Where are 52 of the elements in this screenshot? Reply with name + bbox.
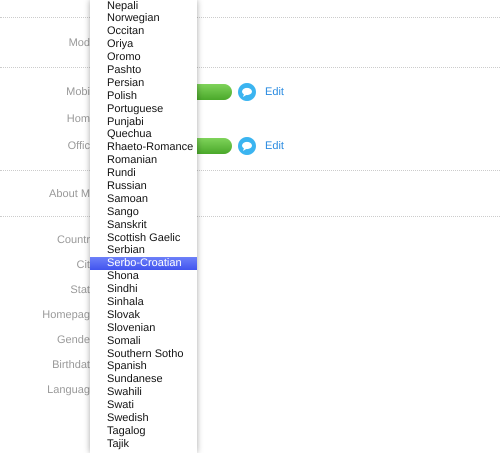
dropdown-option[interactable]: Norwegian — [90, 12, 197, 26]
dropdown-option[interactable]: Slovak — [90, 308, 197, 322]
dropdown-option[interactable]: Occitan — [90, 25, 197, 38]
dropdown-option[interactable]: Rundi — [90, 167, 197, 180]
field-label: Countr — [56, 234, 90, 246]
dropdown-option[interactable]: Scottish Gaelic — [90, 232, 197, 244]
dropdown-option[interactable]: Southern Sotho — [90, 348, 197, 360]
field-label: Hom — [66, 112, 90, 124]
field-label: Gende — [56, 334, 90, 346]
dropdown-option[interactable]: Samoan — [90, 192, 197, 206]
edit-link[interactable]: Edit — [265, 86, 284, 98]
dropdown-option[interactable]: Persian — [90, 76, 197, 90]
dropdown-option[interactable]: Swati — [90, 399, 197, 412]
dropdown-option[interactable]: Sundanese — [90, 373, 197, 386]
dropdown-option[interactable]: Portuguese — [90, 102, 197, 116]
dropdown-option[interactable]: Nepali — [90, 0, 197, 12]
dropdown-option[interactable]: Sanskrit — [90, 218, 197, 232]
dropdown-option[interactable]: Quechua — [90, 128, 197, 142]
dropdown-option[interactable]: Swahili — [90, 386, 197, 400]
dropdown-option[interactable]: Rhaeto-Romance — [90, 141, 197, 154]
field-label: Homepag — [41, 308, 90, 320]
chat-bubble-icon[interactable] — [238, 82, 256, 100]
field-label: Stat — [69, 284, 90, 296]
language-dropdown[interactable] — [90, 0, 197, 451]
field-label: Languag — [46, 384, 90, 396]
dropdown-option[interactable]: Slovenian — [90, 322, 197, 335]
dropdown-option[interactable]: Tajik — [90, 438, 197, 451]
dropdown-option[interactable]: Sindhi — [90, 283, 197, 296]
dropdown-option[interactable]: Swedish — [90, 412, 197, 425]
edit-link[interactable]: Edit — [265, 140, 284, 152]
field-label: Birthdat — [51, 358, 90, 370]
field-label: Offic — [66, 140, 90, 152]
dropdown-option[interactable]: Oromo — [90, 51, 197, 64]
dropdown-option[interactable]: Oriya — [90, 38, 197, 52]
dropdown-option[interactable]: Romanian — [90, 154, 197, 168]
dropdown-option[interactable]: Polish — [90, 90, 197, 103]
field-label: Mod — [68, 36, 90, 48]
field-label: Cit — [76, 258, 90, 270]
dropdown-option[interactable]: Punjabi — [90, 116, 197, 128]
dropdown-option[interactable]: Shona — [90, 270, 197, 284]
field-label: Mobi — [65, 86, 90, 98]
dropdown-option[interactable]: Serbian — [90, 244, 197, 258]
field-label: About M — [48, 188, 90, 200]
dropdown-option[interactable]: Russian — [90, 180, 197, 193]
dropdown-option[interactable]: Spanish — [90, 360, 197, 374]
dropdown-option[interactable]: Sinhala — [90, 296, 197, 309]
dropdown-option[interactable]: Pashto — [90, 64, 197, 77]
dropdown-option[interactable]: Serbo-Croatian — [90, 257, 197, 270]
dropdown-option[interactable]: Tagalog — [90, 424, 197, 438]
chat-bubble-icon[interactable] — [238, 136, 256, 154]
dropdown-option[interactable]: Sango — [90, 206, 197, 219]
dropdown-option[interactable]: Somali — [90, 334, 197, 348]
